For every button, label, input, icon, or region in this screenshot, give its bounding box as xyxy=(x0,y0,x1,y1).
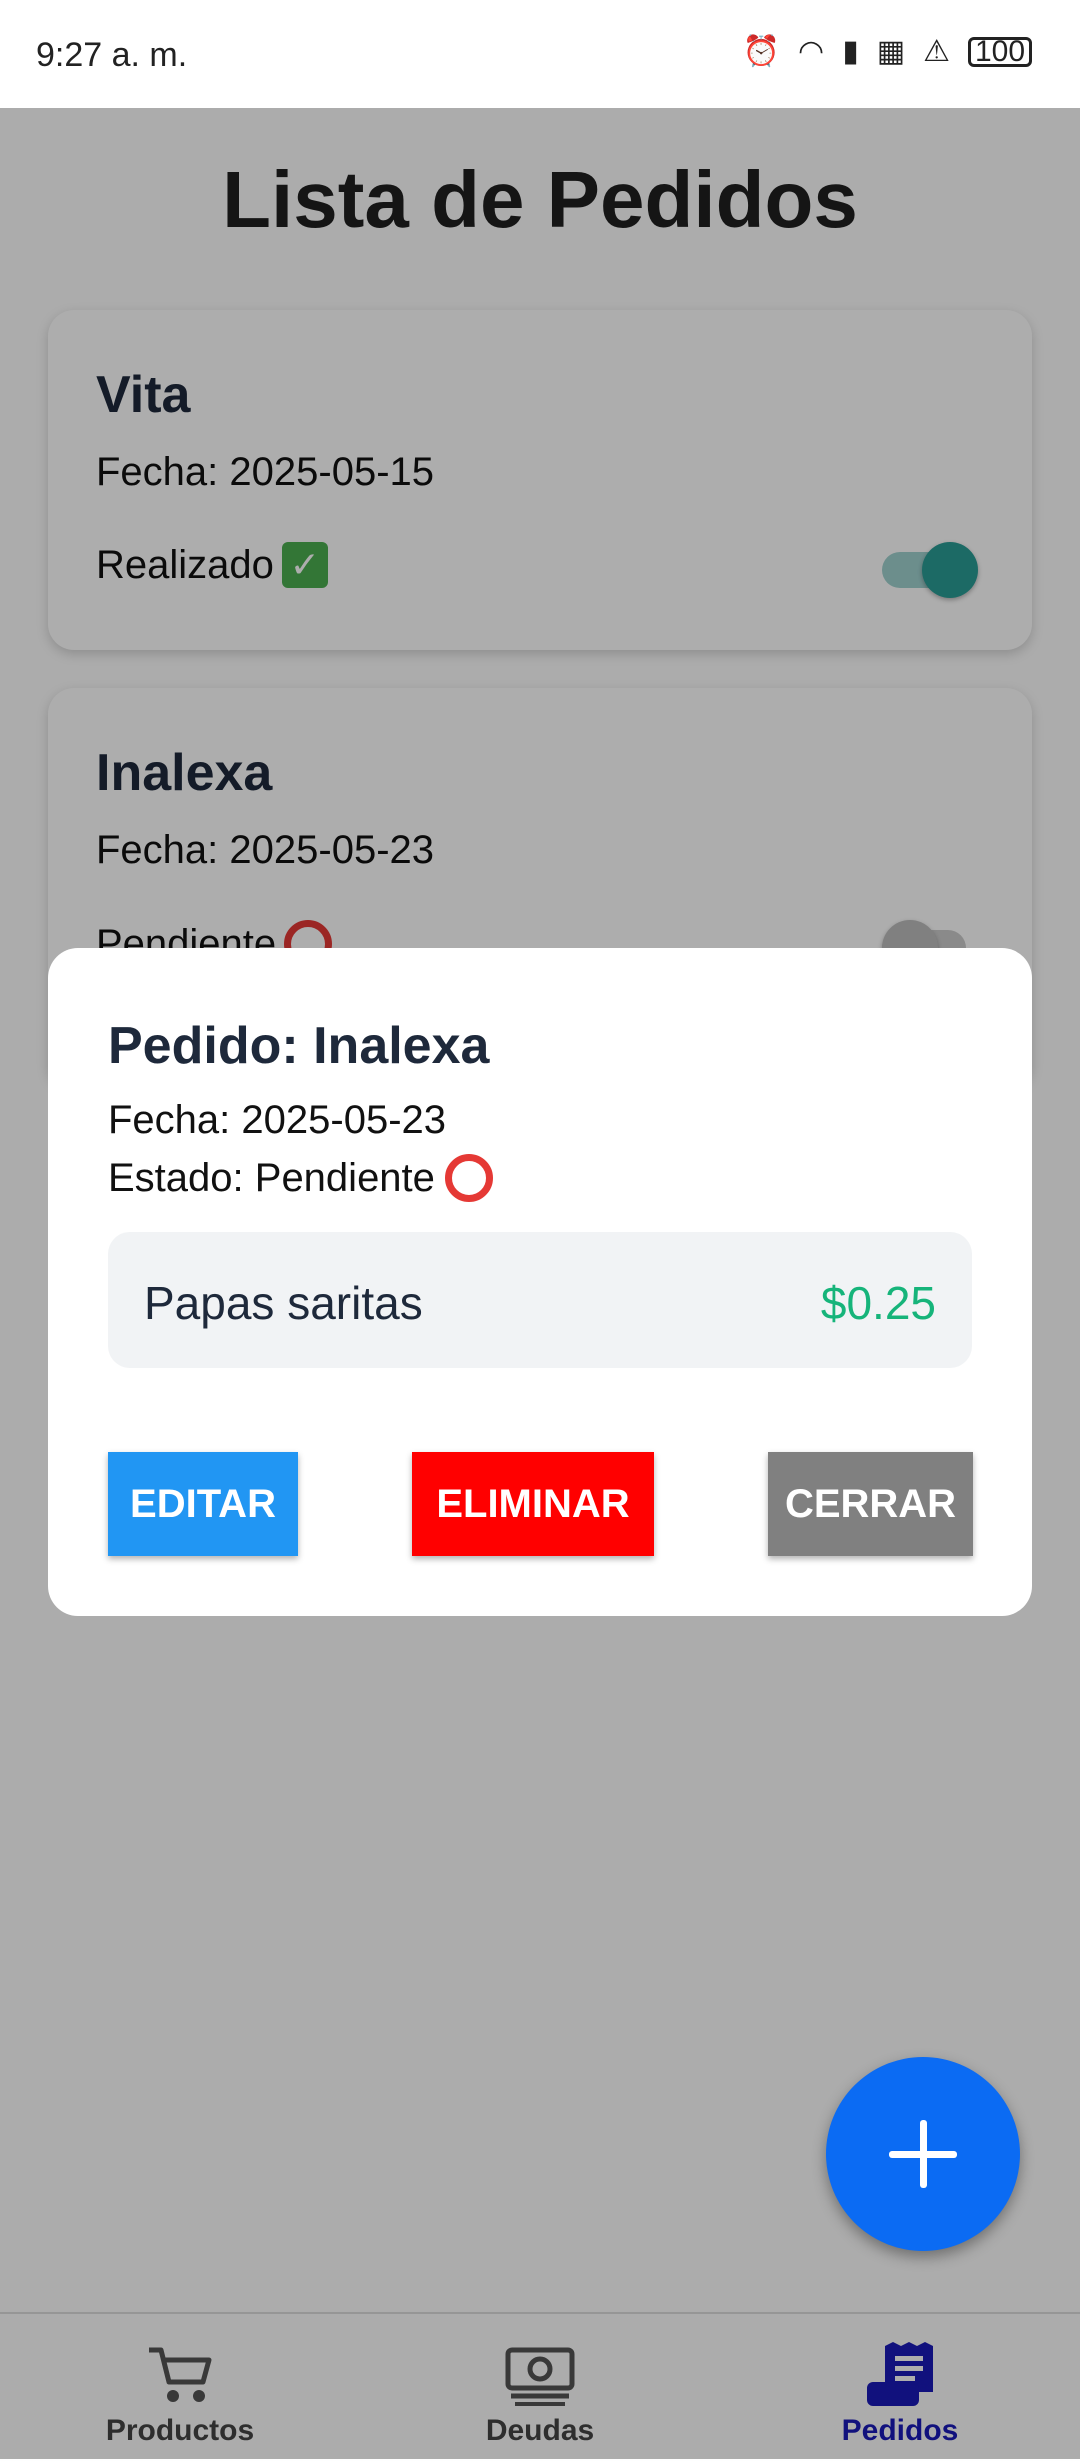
add-order-button[interactable] xyxy=(826,2057,1020,2251)
warning-icon: ⚠ xyxy=(923,35,950,68)
money-icon xyxy=(505,2347,575,2406)
modal-title: Pedido: Inalexa xyxy=(108,1017,490,1075)
modal-status-label: Estado: Pendiente xyxy=(108,1155,435,1200)
hollow-circle-icon xyxy=(444,1154,493,1202)
receipt-icon xyxy=(867,2342,933,2406)
battery-icon: 100 xyxy=(968,35,1032,68)
wifi-icon: ◠ xyxy=(798,35,825,68)
cart-icon xyxy=(149,2347,212,2402)
alarm-icon: ⏰ xyxy=(742,35,781,68)
status-bar: 9:27 a. m. ⏰ ◠ ▮ ▦ ⚠ 100 xyxy=(0,0,1080,108)
signal-icon: ▮ xyxy=(842,35,859,68)
modal-date: Fecha: 2025-05-23 xyxy=(108,1098,447,1142)
nav-label: Deudas xyxy=(485,2414,595,2447)
item-price: $0.25 xyxy=(820,1277,936,1329)
nav-label: Productos xyxy=(105,2414,255,2447)
modal-status: Estado: Pendiente xyxy=(108,1154,493,1202)
status-time: 9:27 a. m. xyxy=(36,36,188,74)
nav-item-deudas[interactable]: Deudas xyxy=(360,2314,720,2461)
item-name: Papas saritas xyxy=(144,1277,423,1329)
order-detail-modal: Pedido: Inalexa Fecha: 2025-05-23 Estado… xyxy=(48,948,1032,1616)
bottom-navigation: Productos Deudas Pedidos xyxy=(0,2312,1080,2461)
edit-button[interactable]: EDITAR xyxy=(108,1452,298,1556)
plus-icon-vertical xyxy=(920,2120,927,2188)
nav-item-pedidos[interactable]: Pedidos xyxy=(720,2314,1080,2461)
nav-item-productos[interactable]: Productos xyxy=(0,2314,360,2461)
status-icons: ⏰ ◠ ▮ ▦ ⚠ 100 xyxy=(743,34,1032,69)
order-item-row: Papas saritas $0.25 xyxy=(108,1232,972,1368)
close-button[interactable]: CERRAR xyxy=(768,1452,973,1556)
lte-icon: ▦ xyxy=(876,35,906,68)
nav-label: Pedidos xyxy=(841,2414,959,2447)
delete-button[interactable]: ELIMINAR xyxy=(412,1452,654,1556)
